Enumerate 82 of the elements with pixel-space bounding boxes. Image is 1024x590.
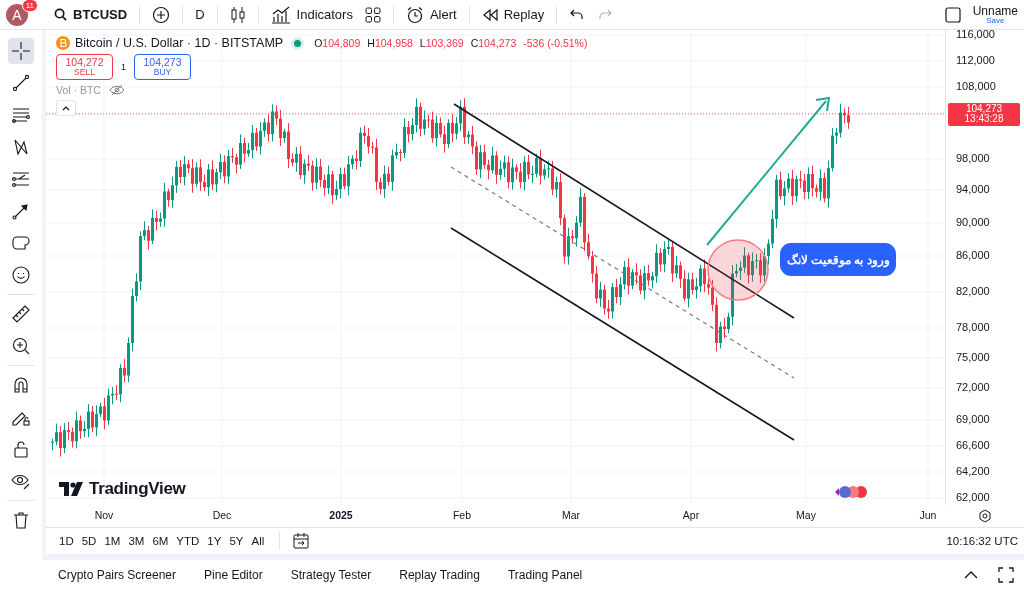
- interval-button[interactable]: D: [195, 7, 205, 22]
- spread-value: 1: [121, 62, 126, 72]
- price-label: 69,000: [956, 413, 990, 425]
- crosshair-icon[interactable]: [8, 38, 34, 64]
- range-button[interactable]: 6M: [149, 533, 172, 549]
- alarm-clock-icon: [405, 5, 424, 24]
- ohlc-value: C104,273: [470, 37, 517, 49]
- current-price: 104,273: [965, 103, 1003, 115]
- market-open-dot: [294, 39, 302, 47]
- calendar-icon[interactable]: [292, 532, 311, 550]
- range-button[interactable]: 5Y: [226, 533, 247, 549]
- symbol-title: Bitcoin / U.S. Dollar · 1D · BITSTAMP: [75, 36, 284, 50]
- candles-icon[interactable]: [229, 5, 246, 24]
- ohlc-value: L103,369: [419, 37, 464, 49]
- price-label: 82,000: [956, 285, 990, 297]
- grid-icon[interactable]: [364, 6, 381, 23]
- time-label: May: [796, 509, 816, 521]
- price-label: 112,000: [956, 54, 995, 66]
- price-label: 108,000: [956, 80, 996, 92]
- price-label: 66,600: [956, 439, 990, 451]
- collapse-button[interactable]: [56, 100, 76, 116]
- price-label: 98,000: [956, 152, 990, 164]
- symbol-search[interactable]: BTCUSD: [54, 7, 128, 22]
- price-label: 116,000: [956, 28, 995, 40]
- chart-icon: [270, 5, 291, 24]
- time-label: Mar: [561, 509, 581, 521]
- time-label: Jun: [919, 509, 937, 521]
- range-button[interactable]: 1Y: [204, 533, 225, 549]
- ohlc-value: H104,958: [367, 37, 413, 49]
- price-label: 72,000: [956, 381, 990, 393]
- indicators-button[interactable]: Indicators: [270, 5, 353, 24]
- sell-button[interactable]: 104,272 SELL: [56, 54, 113, 80]
- bitcoin-icon: [56, 36, 70, 50]
- settings-icon[interactable]: [978, 509, 992, 523]
- brand-name: TradingView: [89, 479, 186, 499]
- time-label: 2025: [329, 509, 353, 521]
- logo-icon: [59, 482, 85, 496]
- save-link[interactable]: Save: [986, 16, 1005, 25]
- panel-tab[interactable]: Trading Panel: [501, 564, 589, 586]
- maximize-icon[interactable]: [998, 567, 1014, 583]
- clock-time: 10:16:32 UTC: [946, 535, 1018, 547]
- time-label: Feb: [452, 509, 472, 521]
- layout-icon[interactable]: [944, 6, 961, 23]
- price-label: 94,000: [956, 183, 990, 195]
- notification-badge: 11: [21, 0, 38, 12]
- entry-circle: [707, 239, 769, 301]
- range-button[interactable]: 3M: [125, 533, 148, 549]
- caret-up-icon: [62, 105, 70, 111]
- panel-tab[interactable]: Strategy Tester: [284, 564, 378, 586]
- annotation-label: ورود به موقعیت لانگ: [780, 243, 896, 276]
- price-label: 62,000: [956, 491, 990, 503]
- price-label: 78,000: [956, 321, 990, 333]
- panel-tab[interactable]: Crypto Pairs Screener: [52, 564, 183, 586]
- range-button[interactable]: 5D: [78, 533, 100, 549]
- panel-tab[interactable]: Pine Editor: [198, 564, 269, 586]
- price-label: 86,000: [956, 249, 990, 261]
- range-button[interactable]: YTD: [173, 533, 203, 549]
- price-change: -536 (-0.51%): [523, 37, 588, 49]
- time-label: Dec: [212, 509, 232, 521]
- bar-countdown: 13:43:28: [964, 114, 1004, 125]
- flags-icon: [835, 485, 869, 499]
- rewind-icon: [481, 7, 498, 22]
- alert-button[interactable]: Alert: [405, 5, 457, 24]
- volume-label: Vol · BTC: [56, 84, 101, 96]
- range-button[interactable]: All: [248, 533, 268, 549]
- time-label: Nov: [94, 509, 114, 521]
- eye-off-icon[interactable]: [108, 84, 125, 96]
- time-label: Apr: [682, 509, 700, 521]
- price-label: 90,000: [956, 216, 990, 228]
- range-button[interactable]: 1D: [56, 533, 77, 549]
- replay-button[interactable]: Replay: [481, 7, 545, 22]
- panel-tab[interactable]: Replay Trading: [393, 564, 486, 586]
- buy-button[interactable]: 104,273 BUY: [134, 54, 191, 80]
- price-label: 64,200: [956, 465, 990, 477]
- caret-up-icon[interactable]: [964, 571, 978, 579]
- search-icon: [54, 8, 67, 21]
- range-button[interactable]: 1M: [101, 533, 124, 549]
- ohlc-value: O104,809: [314, 37, 361, 49]
- price-label: 75,000: [956, 351, 990, 363]
- undo-icon[interactable]: [569, 7, 586, 22]
- layout-name[interactable]: Unname: [972, 4, 1018, 17]
- add-icon[interactable]: [152, 5, 171, 24]
